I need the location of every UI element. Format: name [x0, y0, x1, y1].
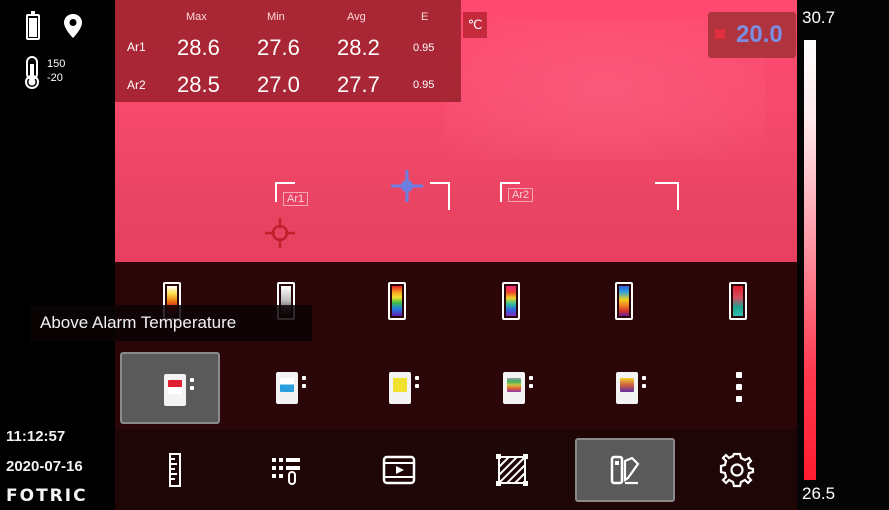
mode-options-dots-icon: [415, 376, 419, 390]
header-max: Max: [186, 11, 207, 23]
mode-options-dots-icon: [302, 376, 306, 390]
min-temp-crosshair-icon: [265, 218, 295, 248]
row-label-ar2: Ar2: [127, 78, 146, 92]
scale-min-value: 26.5: [802, 484, 836, 503]
header-avg: Avg: [347, 11, 366, 23]
settings-button[interactable]: [687, 438, 787, 502]
header-emissivity: E: [421, 11, 429, 23]
ar2-max: 28.5: [177, 72, 220, 97]
lava-palette-icon[interactable]: [615, 282, 633, 320]
roi-ar1-bottom-right-corner[interactable]: [430, 182, 450, 210]
more-vertical-icon[interactable]: [736, 372, 742, 402]
scale-max-value: 30.7: [802, 8, 836, 27]
temperature-unit[interactable]: ℃: [463, 12, 487, 38]
rainbow-hc-palette-icon[interactable]: [502, 282, 520, 320]
video-icon: [382, 455, 416, 485]
color-scale-bar[interactable]: [804, 40, 816, 480]
measure-tools-button[interactable]: [237, 438, 337, 502]
alarm-threshold-value: 20.0: [736, 21, 783, 48]
video-button[interactable]: [349, 438, 449, 502]
ar1-min: 27.6: [257, 35, 300, 60]
mode-options-dots-icon: [529, 376, 533, 390]
roi-ar1-label: Ar1: [283, 192, 309, 206]
below-alarm-icon: [276, 372, 298, 404]
roi-ar2-bottom-right-corner[interactable]: [655, 182, 679, 210]
hatch-area-icon: [496, 454, 528, 486]
status-column: 150 -20 11:12:57 2020-07-16 FOTRIC: [0, 0, 115, 510]
location-pin-icon: [64, 14, 82, 38]
ar1-emissivity: 0.95: [413, 42, 435, 54]
row-label-ar1: Ar1: [127, 40, 146, 54]
measurement-table: Max Min Avg E Ar1 28.6 27.6 28.2 0.95 Ar…: [115, 0, 461, 102]
measure-tools-icon: [272, 458, 300, 485]
roi-ar2-label: Ar2: [508, 188, 534, 202]
below-alarm-mode-button[interactable]: [234, 352, 334, 424]
between-alarm-mode-button[interactable]: [347, 352, 447, 424]
isotherm-alarm-icon: [503, 372, 525, 404]
medical-palette-icon[interactable]: [729, 282, 747, 320]
ar2-min: 27.0: [257, 72, 300, 97]
ar1-max: 28.6: [177, 35, 220, 60]
palette-settings-button[interactable]: [575, 438, 675, 502]
mode-options-dots-icon: [190, 378, 194, 392]
alarm-threshold-box[interactable]: 20.0: [708, 12, 796, 58]
ar2-avg: 27.7: [337, 72, 380, 97]
thermometer-range-icon: [25, 56, 39, 89]
palette-settings-icon: [610, 455, 640, 485]
hatch-area-button[interactable]: [462, 438, 562, 502]
ar1-avg: 28.2: [337, 35, 380, 60]
above-alarm-icon: [164, 374, 186, 406]
rainbow-palette-icon[interactable]: [388, 282, 406, 320]
isotherm-alarm-mode-button[interactable]: [461, 352, 561, 424]
gear-icon: [719, 452, 755, 488]
max-temp-crosshair-icon: [391, 170, 423, 202]
gradient-alarm-mode-button[interactable]: [574, 352, 674, 424]
clock-time: 11:12:57: [6, 428, 66, 445]
ruler-button[interactable]: [125, 438, 225, 502]
current-date: 2020-07-16: [6, 458, 83, 475]
bottom-toolbar: [115, 430, 797, 510]
above-alarm-mode-button[interactable]: [120, 352, 220, 424]
ruler-icon: [169, 453, 181, 487]
gradient-alarm-icon: [616, 372, 638, 404]
between-alarm-icon: [389, 372, 411, 404]
header-min: Min: [267, 11, 285, 23]
ar2-emissivity: 0.95: [413, 79, 435, 91]
alarm-color-square: [715, 29, 725, 39]
range-high-label: 150: [47, 58, 66, 70]
brand-logo: FOTRIC: [6, 486, 88, 506]
range-low-label: -20: [47, 72, 63, 84]
battery-icon: [26, 11, 40, 40]
palette-tooltip: Above Alarm Temperature: [30, 305, 312, 341]
mode-options-dots-icon: [642, 376, 646, 390]
